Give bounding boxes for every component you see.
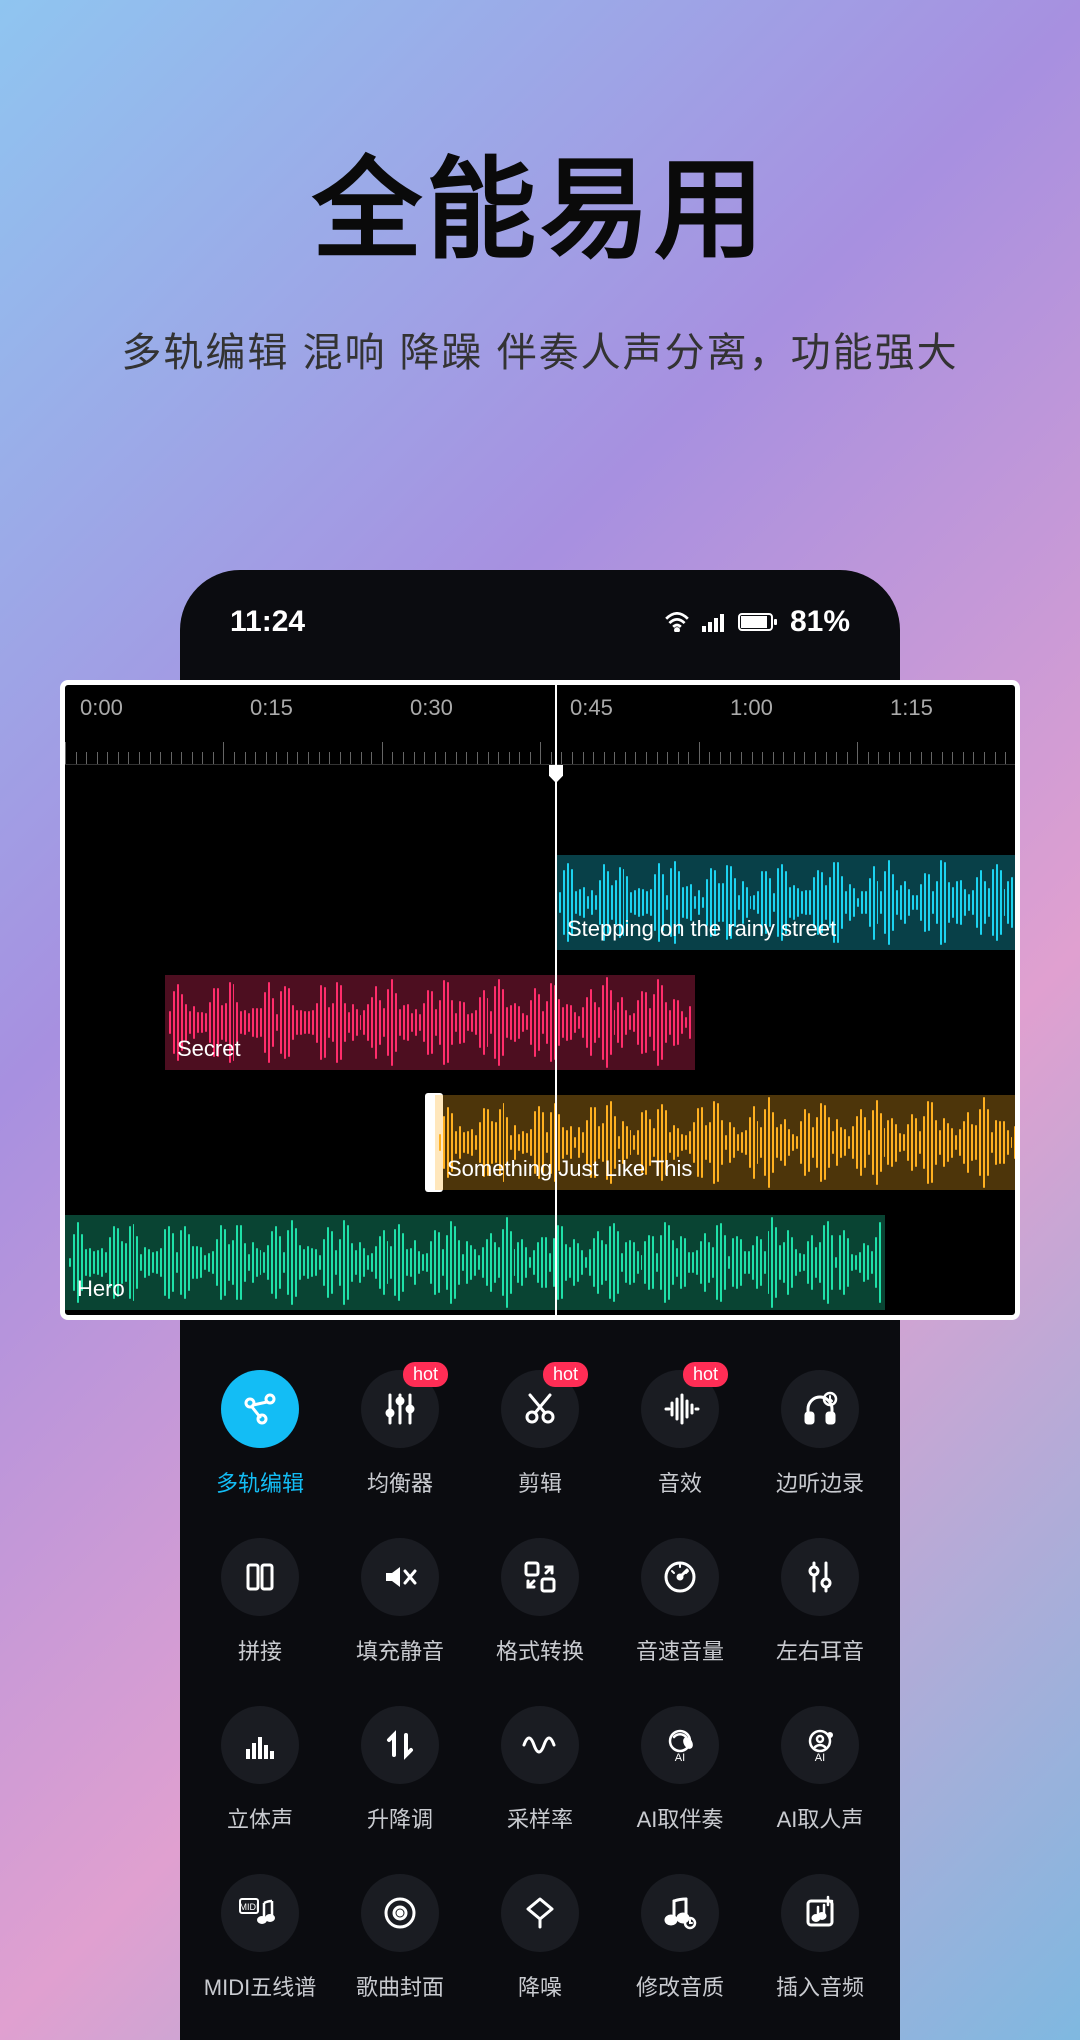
tool-label: 音效 [658, 1466, 702, 1498]
tool-label: AI取伴奏 [637, 1802, 724, 1834]
tool-soundfx[interactable]: 音效hot [610, 1370, 750, 1498]
page-title: 全能易用 [0, 120, 1080, 280]
mute-icon [361, 1538, 439, 1616]
tool-midi[interactable]: MIDI MIDI五线谱 [190, 1874, 330, 2002]
hot-badge: hot [403, 1362, 448, 1387]
battery-percent: 81% [790, 605, 850, 639]
tool-label: 音速音量 [636, 1634, 724, 1666]
ruler-mark: 0:45 [570, 695, 613, 721]
bars-icon [221, 1706, 299, 1784]
ai-vocal-icon: AI [781, 1706, 859, 1784]
tool-label: MIDI五线谱 [204, 1970, 316, 2002]
denoise-icon [501, 1874, 579, 1952]
tool-quality[interactable]: 修改音质 [610, 1874, 750, 2002]
tool-label: 升降调 [367, 1802, 433, 1834]
page-subtitle: 多轨编辑 混响 降躁 伴奏人声分离，功能强大 [0, 320, 1080, 378]
columns-icon [221, 1538, 299, 1616]
tool-label: 采样率 [507, 1802, 573, 1834]
ruler-mark: 1:15 [890, 695, 933, 721]
tool-bars[interactable]: 立体声 [190, 1706, 330, 1834]
tool-label: 剪辑 [518, 1466, 562, 1498]
tool-label: AI取人声 [777, 1802, 864, 1834]
signal-icon [702, 612, 726, 632]
tool-label: 格式转换 [496, 1634, 584, 1666]
tool-denoise[interactable]: 降噪 [470, 1874, 610, 2002]
multitrack-icon [221, 1370, 299, 1448]
timeline-editor[interactable]: 0:00 0:15 0:30 0:45 1:00 1:15 Stepping o… [60, 680, 1020, 1320]
tool-label: 边听边录 [776, 1466, 864, 1498]
midi-icon: MIDI [221, 1874, 299, 1952]
tool-columns[interactable]: 拼接 [190, 1538, 330, 1666]
tool-label: 歌曲封面 [356, 1970, 444, 2002]
track-label: Stepping on the rainy street [567, 916, 836, 942]
quality-icon [641, 1874, 719, 1952]
tool-samplerate[interactable]: 采样率 [470, 1706, 610, 1834]
tool-grid: 多轨编辑均衡器hot剪辑hot音效hot边听边录拼接填充静音格式转换音速音量左右… [180, 1340, 900, 2032]
tool-insert[interactable]: 插入音频 [750, 1874, 890, 2002]
audio-track[interactable]: Hero [65, 1215, 885, 1310]
tool-label: 降噪 [518, 1970, 562, 2002]
battery-icon [738, 612, 778, 632]
audio-track[interactable]: Something Just Like This [435, 1095, 1020, 1190]
svg-text:AI: AI [815, 1752, 825, 1764]
ruler-mark: 0:00 [80, 695, 123, 721]
pitch-icon [361, 1706, 439, 1784]
tool-label: 多轨编辑 [216, 1466, 304, 1498]
track-label: Secret [177, 1036, 241, 1062]
ruler-mark: 1:00 [730, 695, 773, 721]
time-ruler[interactable]: 0:00 0:15 0:30 0:45 1:00 1:15 [65, 685, 1015, 765]
disc-icon [361, 1874, 439, 1952]
tool-multitrack[interactable]: 多轨编辑 [190, 1370, 330, 1498]
tool-mute[interactable]: 填充静音 [330, 1538, 470, 1666]
tool-ai-accomp[interactable]: AI AI取伴奏 [610, 1706, 750, 1834]
insert-icon [781, 1874, 859, 1952]
ai-accomp-icon: AI [641, 1706, 719, 1784]
playhead[interactable] [555, 685, 557, 1315]
headphones-icon [781, 1370, 859, 1448]
audio-track[interactable]: Stepping on the rainy street [555, 855, 1020, 950]
tool-equalizer[interactable]: 均衡器hot [330, 1370, 470, 1498]
svg-text:MIDI: MIDI [240, 1902, 259, 1912]
tool-pitch[interactable]: 升降调 [330, 1706, 470, 1834]
convert-icon [501, 1538, 579, 1616]
tool-ai-vocal[interactable]: AI AI取人声 [750, 1706, 890, 1834]
tool-scissors[interactable]: 剪辑hot [470, 1370, 610, 1498]
svg-text:AI: AI [675, 1752, 685, 1764]
stereo-sliders-icon [781, 1538, 859, 1616]
track-label: Hero [77, 1276, 125, 1302]
tool-headphones[interactable]: 边听边录 [750, 1370, 890, 1498]
gauge-icon [641, 1538, 719, 1616]
ruler-mark: 0:15 [250, 695, 293, 721]
track-label: Something Just Like This [447, 1156, 692, 1182]
tool-stereo-sliders[interactable]: 左右耳音 [750, 1538, 890, 1666]
tool-label: 左右耳音 [776, 1634, 864, 1666]
tool-label: 立体声 [227, 1802, 293, 1834]
tool-label: 填充静音 [356, 1634, 444, 1666]
wifi-icon [664, 612, 690, 632]
tool-convert[interactable]: 格式转换 [470, 1538, 610, 1666]
tool-label: 插入音频 [776, 1970, 864, 2002]
samplerate-icon [501, 1706, 579, 1784]
tool-label: 均衡器 [367, 1466, 433, 1498]
tool-label: 修改音质 [636, 1970, 724, 2002]
tool-label: 拼接 [238, 1634, 282, 1666]
status-time: 11:24 [230, 605, 305, 639]
tool-gauge[interactable]: 音速音量 [610, 1538, 750, 1666]
status-bar: 11:24 81% [180, 605, 900, 639]
tool-disc[interactable]: 歌曲封面 [330, 1874, 470, 2002]
hot-badge: hot [683, 1362, 728, 1387]
hot-badge: hot [543, 1362, 588, 1387]
audio-track[interactable]: Secret [165, 975, 695, 1070]
ruler-mark: 0:30 [410, 695, 453, 721]
